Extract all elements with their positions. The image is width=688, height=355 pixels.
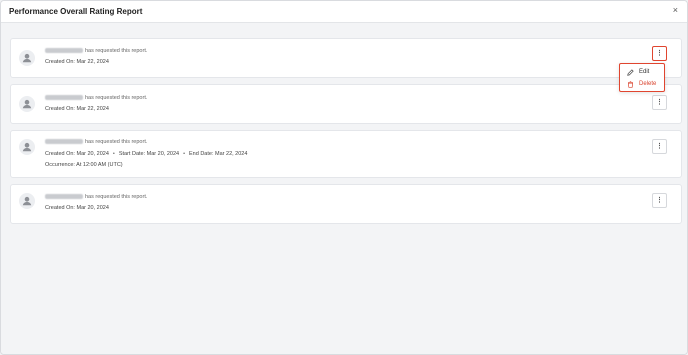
trash-icon (627, 80, 637, 88)
kebab-icon: ⋮ (656, 99, 663, 106)
requester-line: has requested this report. (45, 95, 147, 101)
delete-menu-item[interactable]: Delete (620, 78, 664, 90)
delete-label: Delete (639, 81, 657, 87)
requester-action-text: has requested this report. (85, 139, 148, 145)
requester-name (45, 95, 83, 101)
requester-action-text: has requested this report. (85, 95, 148, 101)
report-meta: Created On: Mar 22, 2024 (45, 106, 109, 112)
user-avatar-icon (19, 96, 35, 112)
report-card: has requested this report. Created On: M… (10, 38, 682, 78)
kebab-menu-button[interactable]: ⋮ (652, 139, 667, 154)
modal-header: Performance Overall Rating Report × (1, 1, 687, 23)
occurrence: Occurrence: At 12:00 AM (UTC) (45, 162, 123, 168)
context-menu: Edit Delete (619, 63, 665, 92)
user-avatar-icon (19, 50, 35, 66)
created-date: Created On: Mar 20, 2024 (45, 151, 109, 157)
end-date: End Date: Mar 22, 2024 (189, 151, 248, 157)
report-list: has requested this report. Created On: M… (1, 23, 687, 354)
kebab-icon: ⋮ (656, 197, 663, 204)
requester-name (45, 48, 83, 54)
requester-line: has requested this report. (45, 139, 147, 145)
pencil-icon (627, 68, 637, 76)
kebab-icon: ⋮ (656, 50, 663, 57)
kebab-menu-button[interactable]: ⋮ (652, 193, 667, 208)
requester-line: has requested this report. (45, 194, 147, 200)
requester-action-text: has requested this report. (85, 194, 148, 200)
separator-dot: • (112, 151, 115, 157)
edit-menu-item[interactable]: Edit (620, 66, 664, 78)
kebab-icon: ⋮ (656, 143, 663, 150)
created-date: Created On: Mar 22, 2024 (45, 59, 109, 65)
requester-action-text: has requested this report. (85, 48, 148, 54)
occurrence-text: Occurrence: At 12:00 AM (UTC) (45, 162, 123, 168)
separator-dot: • (183, 151, 186, 157)
requester-line: has requested this report. (45, 48, 147, 54)
report-meta: Created On: Mar 22, 2024 (45, 59, 109, 65)
created-date: Created On: Mar 20, 2024 (45, 205, 109, 211)
kebab-menu-button[interactable]: ⋮ (652, 95, 667, 110)
report-card: has requested this report. Created On: M… (10, 184, 682, 224)
edit-label: Edit (639, 69, 650, 75)
report-modal: Performance Overall Rating Report × has … (0, 0, 688, 355)
requester-name (45, 139, 83, 145)
requester-name (45, 194, 83, 200)
report-card: has requested this report. Created On: M… (10, 84, 682, 124)
kebab-menu-button[interactable]: ⋮ (652, 46, 667, 61)
user-avatar-icon (19, 193, 35, 209)
user-avatar-icon (19, 139, 35, 155)
report-meta: Created On: Mar 20, 2024 (45, 205, 109, 211)
report-card: has requested this report. Created On: M… (10, 130, 682, 178)
report-meta: Created On: Mar 20, 2024 • Start Date: Mar… (45, 151, 247, 157)
start-date: Start Date: Mar 20, 2024 (118, 151, 180, 157)
modal-title: Performance Overall Rating Report (9, 7, 143, 16)
close-icon[interactable]: × (673, 5, 678, 15)
created-date: Created On: Mar 22, 2024 (45, 106, 109, 112)
